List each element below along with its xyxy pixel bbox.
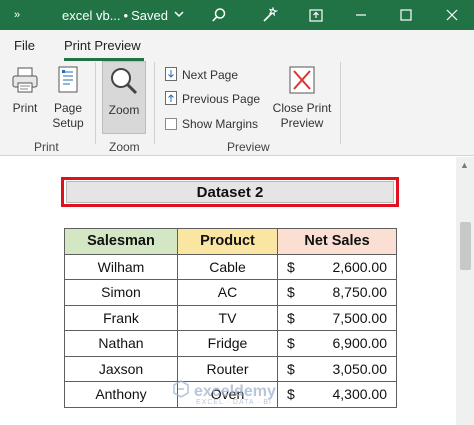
amount: 7,500.00: [332, 309, 388, 326]
net-sales-cell: $4,300.00: [277, 381, 397, 408]
filename: excel vb...: [62, 7, 121, 23]
column-header-net-sales: Net Sales: [277, 228, 397, 255]
close-print-label-line1: Close Print: [272, 101, 332, 115]
quick-access-overflow-button[interactable]: »: [14, 0, 20, 30]
group-separator: [340, 62, 341, 144]
salesman-cell: Frank: [64, 304, 178, 331]
column-header-salesman: Salesman: [64, 228, 178, 255]
amount: 8,750.00: [332, 284, 388, 301]
exceldemy-logo-icon: [172, 380, 190, 403]
table-row: Nathan Fridge $6,900.00: [64, 330, 397, 357]
product-cell: AC: [177, 279, 278, 306]
zoom-label: Zoom: [108, 103, 140, 117]
group-label-preview: Preview: [227, 140, 270, 154]
maximize-icon[interactable]: [395, 5, 417, 25]
watermark: exceldemy EXCEL · DATA · BI: [172, 380, 276, 406]
watermark-text: exceldemy: [194, 382, 276, 400]
currency-symbol: $: [287, 386, 295, 403]
close-print-label-line2: Preview: [280, 116, 324, 130]
product-cell: Cable: [177, 253, 278, 280]
search-icon[interactable]: [208, 5, 230, 25]
document-title[interactable]: excel vb... • Saved: [62, 0, 184, 30]
salesman-cell: Wilham: [64, 253, 178, 280]
tab-file[interactable]: File: [14, 38, 35, 53]
minimize-icon[interactable]: [350, 5, 372, 25]
net-sales-cell: $3,050.00: [277, 355, 397, 382]
page-setup-button[interactable]: Page Setup: [50, 66, 86, 131]
arrow-down-page-icon: [165, 66, 177, 84]
salesman-cell: Simon: [64, 279, 178, 306]
product-cell: Fridge: [177, 330, 278, 357]
chevron-down-icon[interactable]: [174, 10, 184, 21]
scroll-up-icon[interactable]: ▲: [460, 160, 469, 170]
next-page-label: Next Page: [182, 68, 239, 82]
magic-wand-icon[interactable]: [259, 5, 281, 25]
currency-symbol: $: [287, 309, 295, 326]
page-setup-label-line2: Setup: [52, 116, 84, 130]
product-cell: Router: [177, 355, 278, 382]
currency-symbol: $: [287, 335, 295, 352]
group-label-print: Print: [34, 140, 59, 154]
close-icon[interactable]: [441, 5, 463, 25]
watermark-subtext: EXCEL · DATA · BI: [196, 399, 272, 406]
page-setup-icon: [55, 66, 81, 98]
previous-page-label: Previous Page: [182, 92, 261, 106]
amount: 2,600.00: [332, 258, 388, 275]
arrow-up-page-icon: [165, 90, 177, 108]
salesman-cell: Anthony: [64, 381, 178, 408]
save-status: Saved: [131, 7, 168, 23]
close-print-preview-button[interactable]: Close Print Preview: [271, 66, 333, 131]
amount: 3,050.00: [332, 360, 388, 377]
net-sales-cell: $8,750.00: [277, 279, 397, 306]
salesman-cell: Jaxson: [64, 355, 178, 382]
salesman-cell: Nathan: [64, 330, 178, 357]
group-label-zoom: Zoom: [109, 140, 140, 154]
magnifier-icon: [109, 66, 139, 100]
restore-ribbon-icon[interactable]: [305, 5, 327, 25]
net-sales-cell: $2,600.00: [277, 253, 397, 280]
group-separator: [154, 62, 155, 144]
close-preview-icon: [288, 66, 316, 98]
amount: 6,900.00: [332, 335, 388, 352]
column-header-product: Product: [177, 228, 278, 255]
group-separator: [95, 62, 96, 144]
table-row: Simon AC $8,750.00: [64, 279, 397, 306]
scrollbar-thumb[interactable]: [460, 222, 471, 270]
currency-symbol: $: [287, 360, 295, 377]
table-row: Wilham Cable $2,600.00: [64, 253, 397, 280]
checkbox-icon: [165, 118, 177, 130]
print-button[interactable]: Print: [9, 66, 41, 116]
printer-icon: [11, 66, 39, 98]
title-separator: •: [123, 7, 129, 23]
show-margins-label: Show Margins: [182, 117, 259, 131]
product-cell: TV: [177, 304, 278, 331]
next-page-button[interactable]: Next Page: [165, 66, 238, 84]
show-margins-checkbox[interactable]: Show Margins: [165, 115, 258, 133]
print-label: Print: [12, 101, 38, 115]
previous-page-button[interactable]: Previous Page: [165, 90, 260, 108]
currency-symbol: $: [287, 284, 295, 301]
dataset-title: Dataset 2: [66, 181, 394, 203]
currency-symbol: $: [287, 258, 295, 275]
vertical-scrollbar[interactable]: ▲: [456, 157, 474, 425]
table-row: Frank TV $7,500.00: [64, 304, 397, 331]
table-row: Jaxson Router $3,050.00: [64, 355, 397, 382]
title-bar: » excel vb... • Saved: [0, 0, 474, 30]
net-sales-cell: $7,500.00: [277, 304, 397, 331]
zoom-button[interactable]: Zoom: [104, 66, 144, 118]
tab-print-preview[interactable]: Print Preview: [64, 38, 141, 53]
amount: 4,300.00: [332, 386, 388, 403]
table-header-row: Salesman Product Net Sales: [64, 228, 397, 255]
net-sales-cell: $6,900.00: [277, 330, 397, 357]
page-setup-label-line1: Page: [53, 101, 82, 115]
